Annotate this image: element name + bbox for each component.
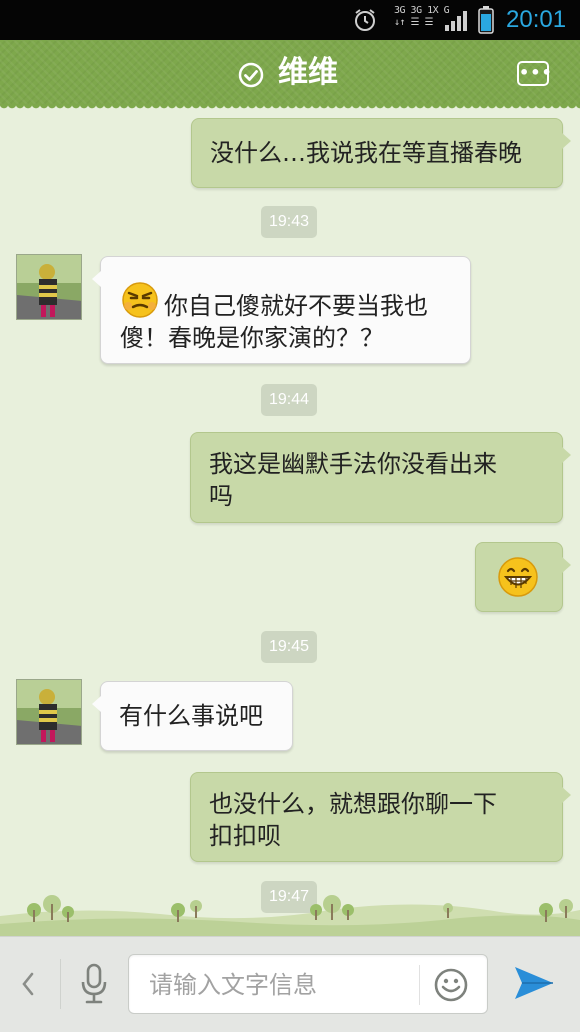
angry-face-emoji [122,282,158,318]
message-bubble-outgoing[interactable]: 也没什么，就想跟你聊一下 扣扣呗 [190,772,571,862]
timestamp: 19:45 [261,631,318,663]
message-text-field[interactable] [128,954,488,1015]
message-text: 我这是幽默手法你没看出来 [209,450,497,478]
network-type-line1: 3G 3G 1X G [394,5,450,16]
message-input-bar [0,936,580,1032]
message-bubble-incoming[interactable]: 有什么事说吧 [92,681,293,751]
timestamp: 19:47 [261,881,318,913]
network-type-line2: ↓↑ ☰ ☰ [394,17,434,28]
avatar-image [17,255,81,319]
chat-header: 维维 ••• [0,40,580,104]
message-text: 扣扣呗 [209,822,281,850]
timestamp: 19:44 [261,384,318,416]
signal-strength-icon [445,11,467,31]
battery-icon [478,6,494,34]
check-circle-icon [238,62,264,88]
contact-avatar[interactable] [16,928,82,936]
status-clock: 20:01 [506,6,567,33]
header-scallop-edge [0,104,580,112]
message-text: 有什么事说吧 [119,702,263,730]
message-bubble-outgoing[interactable] [475,542,571,612]
message-text: 傻！春晚是你家演的？？ [120,324,384,352]
alarm-clock-icon [355,9,375,31]
message-text: 吗 [209,482,233,510]
network-type: 3G 3G 1X G ↓↑ ☰ ☰ [394,5,450,29]
message-bubble-outgoing[interactable]: 没什么…我说我在等直播春晚 [191,118,571,188]
timestamp: 19:43 [261,206,318,238]
microphone-icon[interactable] [78,962,110,1006]
contact-name: 维维 [278,55,338,90]
contact-avatar[interactable] [16,254,82,320]
grin-face-emoji [498,557,538,597]
message-text: 你自己傻就好不要当我也 [164,292,428,320]
chevron-left-icon[interactable] [16,969,40,999]
smiley-icon[interactable] [433,967,469,1003]
input-divider [419,965,420,1005]
chat-scroll-area[interactable]: 没什么…我说我在等直播春晚 19:43 你自己傻就好不要当我也 傻！春晚是你家演… [0,112,580,936]
message-bubble-incoming[interactable]: 你自己傻就好不要当我也 傻！春晚是你家演的？？ [92,256,471,364]
status-bar: 3G 3G 1X G ↓↑ ☰ ☰ 20:01 [0,0,580,40]
more-options-button[interactable]: ••• [517,61,553,86]
more-dots-icon: ••• [519,63,553,82]
contact-avatar[interactable] [16,679,82,745]
message-text: 没什么…我说我在等直播春晚 [210,139,522,167]
message-text: 也没什么，就想跟你聊一下 [209,790,497,818]
send-icon[interactable] [512,963,556,1003]
message-input[interactable] [147,955,421,1015]
avatar-image [17,680,81,744]
toolbar-divider [60,959,61,1009]
message-bubble-outgoing[interactable]: 我这是幽默手法你没看出来 吗 [190,432,571,523]
